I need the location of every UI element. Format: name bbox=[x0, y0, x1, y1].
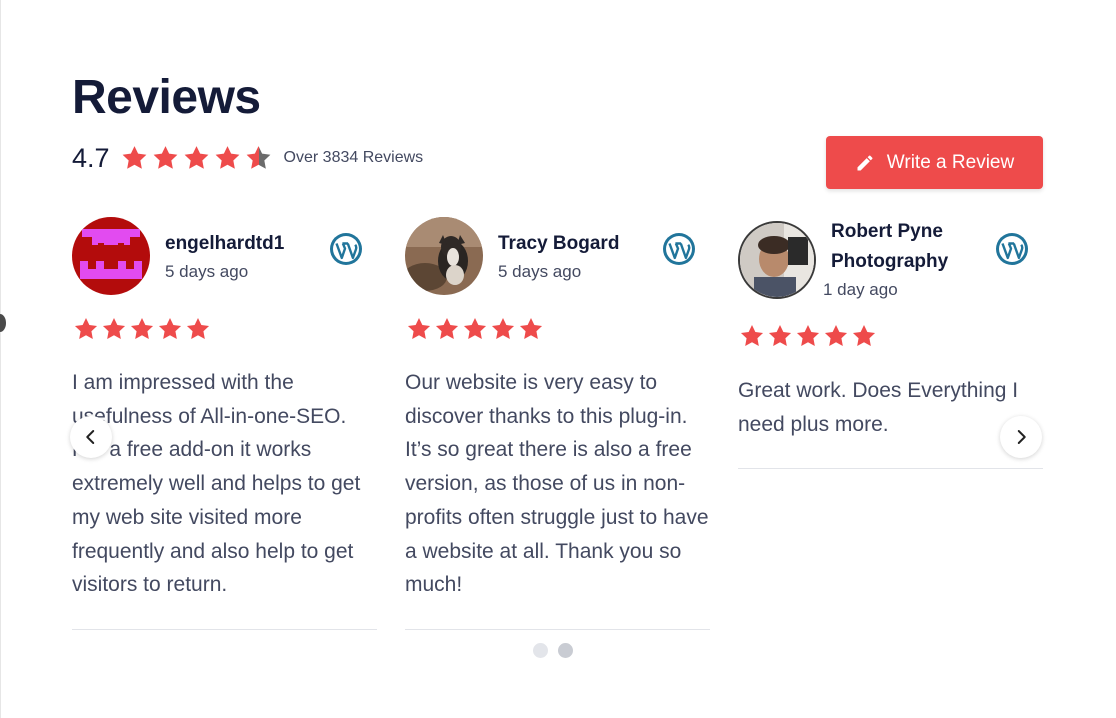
wordpress-icon bbox=[329, 232, 363, 266]
star-icon bbox=[824, 324, 848, 346]
wordpress-icon bbox=[662, 232, 696, 266]
star-icon bbox=[122, 146, 146, 169]
carousel-next-button[interactable] bbox=[1000, 416, 1042, 458]
review-card: Robert Pyne Photography 1 day ago Great … bbox=[738, 216, 1043, 470]
star-icon bbox=[463, 317, 487, 339]
left-edge-border bbox=[0, 0, 1, 718]
review-date: 1 day ago bbox=[823, 280, 898, 299]
review-stars bbox=[405, 316, 545, 342]
avatar bbox=[738, 221, 816, 299]
star-icon bbox=[186, 317, 210, 339]
carousel-pagination bbox=[533, 643, 573, 658]
wordpress-icon bbox=[995, 232, 1029, 266]
star-icon bbox=[102, 317, 126, 339]
review-text: I am impressed with the usefulness of Al… bbox=[72, 371, 361, 597]
avatar bbox=[72, 217, 150, 295]
partial-star-icon bbox=[246, 146, 270, 169]
star-icon bbox=[491, 317, 515, 339]
page-title: Reviews bbox=[72, 71, 261, 124]
review-date: 5 days ago bbox=[165, 262, 249, 281]
chevron-right-icon bbox=[1017, 430, 1026, 444]
avatar bbox=[405, 217, 483, 295]
divider bbox=[738, 468, 1043, 469]
star-icon bbox=[215, 146, 239, 169]
review-card: engelhardtd1 5 days ago I am impressed w… bbox=[72, 216, 377, 632]
star-icon bbox=[153, 146, 177, 169]
star-icon bbox=[740, 324, 764, 346]
star-icon bbox=[407, 317, 431, 339]
star-icon bbox=[184, 146, 208, 169]
write-review-button[interactable]: Write a Review bbox=[826, 136, 1043, 189]
star-icon bbox=[796, 324, 820, 346]
divider bbox=[405, 629, 710, 630]
star-icon bbox=[130, 317, 154, 339]
pencil-icon bbox=[855, 153, 875, 173]
review-text: Our website is very easy to discover tha… bbox=[405, 371, 709, 597]
star-icon bbox=[519, 317, 543, 339]
review-author: Tracy Bogard bbox=[498, 233, 620, 254]
review-author: engelhardtd1 bbox=[165, 233, 285, 254]
review-stars bbox=[72, 316, 212, 342]
review-card: Tracy Bogard 5 days ago Our website is v… bbox=[405, 216, 710, 632]
chevron-left-icon bbox=[86, 430, 95, 444]
star-icon bbox=[158, 317, 182, 339]
star-icon bbox=[74, 317, 98, 339]
review-count: Over 3834 Reviews bbox=[283, 149, 424, 166]
review-author: Robert Pyne Photography bbox=[831, 221, 949, 272]
star-icon bbox=[852, 324, 876, 346]
carousel-prev-button[interactable] bbox=[70, 416, 112, 458]
average-stars bbox=[119, 144, 274, 172]
carousel-dot-2[interactable] bbox=[558, 643, 573, 658]
review-date: 5 days ago bbox=[498, 262, 582, 281]
divider bbox=[72, 629, 377, 630]
write-review-label: Write a Review bbox=[886, 151, 1015, 173]
star-icon bbox=[768, 324, 792, 346]
star-icon bbox=[435, 317, 459, 339]
rating-summary: 4.7 Over 3834 Reviews bbox=[72, 140, 423, 176]
average-rating: 4.7 bbox=[72, 142, 110, 173]
review-stars bbox=[738, 323, 878, 349]
carousel-dot-1[interactable] bbox=[533, 643, 548, 658]
edge-handle bbox=[0, 314, 6, 332]
